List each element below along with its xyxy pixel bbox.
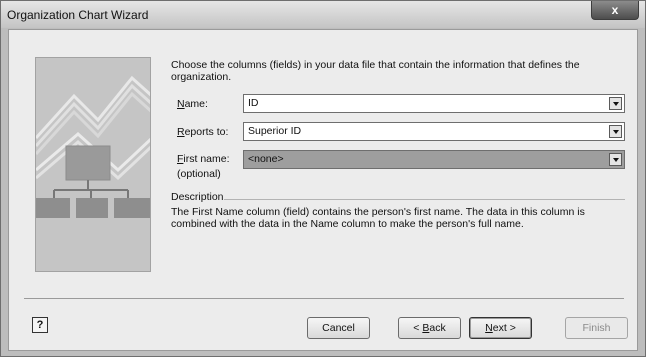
reports-to-label: Reports to:: [177, 126, 228, 139]
button-separator: [24, 298, 624, 299]
finish-button[interactable]: Finish: [565, 317, 628, 339]
close-button[interactable]: x: [591, 1, 639, 20]
org-chart-illustration: [35, 57, 151, 272]
next-button-accel: N: [485, 322, 493, 334]
reports-to-label-accel: R: [177, 126, 185, 138]
name-label-accel: N: [177, 98, 185, 110]
first-name-optional: (optional): [177, 168, 221, 180]
name-combo-value: ID: [248, 97, 259, 109]
reports-to-combo[interactable]: Superior ID: [243, 122, 625, 141]
org-chart-art-icon: [36, 75, 150, 218]
chevron-down-icon[interactable]: [609, 153, 622, 166]
name-label: Name:: [177, 98, 208, 111]
instructions-text: Choose the columns (fields) in your data…: [171, 59, 580, 83]
name-combo[interactable]: ID: [243, 94, 625, 113]
back-button-text: ack: [429, 322, 446, 334]
back-button[interactable]: < Back: [398, 317, 461, 339]
back-button-prefix: <: [413, 322, 423, 334]
help-icon[interactable]: ?: [32, 317, 48, 333]
first-name-label-text: irst name:: [183, 153, 230, 165]
window-title: Organization Chart Wizard: [7, 8, 149, 22]
cancel-button[interactable]: Cancel: [307, 317, 370, 339]
first-name-combo-value: <none>: [248, 153, 284, 165]
next-button[interactable]: Next >: [469, 317, 532, 339]
next-button-text: ext >: [492, 322, 516, 334]
description-heading: Description: [171, 191, 224, 203]
title-bar[interactable]: Organization Chart Wizard: [1, 1, 645, 28]
name-label-text: ame:: [184, 98, 208, 110]
description-text: The First Name column (field) contains t…: [171, 206, 585, 230]
reports-to-label-text: eports to:: [184, 126, 229, 138]
first-name-combo[interactable]: <none>: [243, 150, 625, 169]
chevron-down-icon[interactable]: [609, 125, 622, 138]
reports-to-combo-value: Superior ID: [248, 125, 302, 137]
description-divider: [224, 199, 625, 200]
chevron-down-icon[interactable]: [609, 97, 622, 110]
first-name-label: First name:: [177, 153, 230, 166]
